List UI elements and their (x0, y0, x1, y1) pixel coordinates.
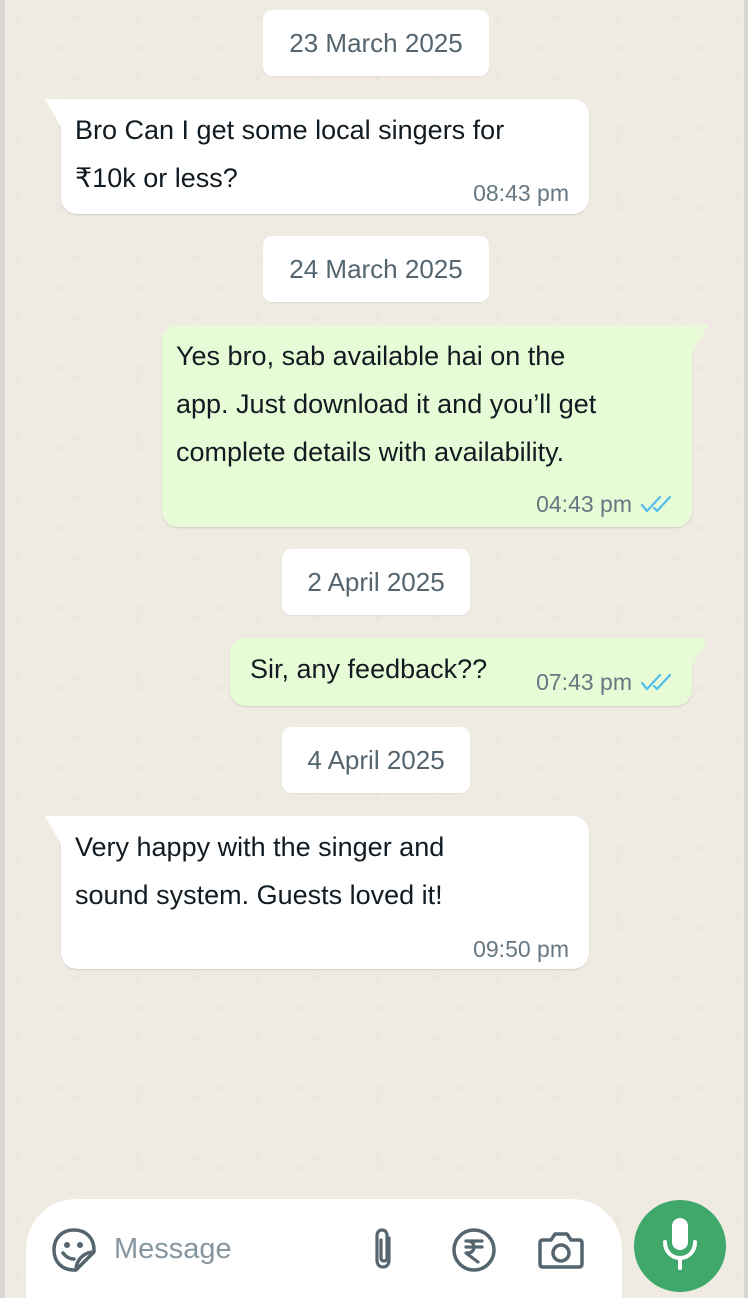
date-separator: 24 March 2025 (263, 236, 489, 302)
message-meta: 08:43 pm (473, 180, 569, 206)
message-meta: 04:43 pm (536, 491, 672, 517)
camera-icon[interactable] (536, 1226, 586, 1274)
message-time: 09:50 pm (473, 936, 569, 962)
message-input[interactable] (112, 1225, 346, 1273)
message-time: 08:43 pm (473, 180, 569, 206)
message-time: 07:43 pm (536, 669, 632, 695)
incoming-message[interactable]: Very happy with the singer and sound sys… (45, 816, 589, 969)
message-text: Bro Can I get some local singers for ₹10… (75, 115, 505, 193)
message-time: 04:43 pm (536, 491, 632, 517)
message-meta: 07:43 pm (536, 669, 672, 695)
incoming-message[interactable]: Bro Can I get some local singers for ₹10… (45, 99, 589, 214)
message-text: Very happy with the singer and sound sys… (75, 832, 445, 910)
read-ticks-icon (640, 672, 672, 692)
date-separator: 23 March 2025 (263, 10, 489, 76)
attachment-icon[interactable] (362, 1226, 406, 1274)
message-composer (26, 1199, 622, 1298)
voice-record-button[interactable] (634, 1200, 726, 1292)
outgoing-message[interactable]: Yes bro, sab available hai on the app. J… (162, 325, 708, 527)
rupee-payment-icon[interactable] (450, 1226, 498, 1274)
sticker-icon[interactable] (50, 1226, 98, 1274)
date-separator: 2 April 2025 (282, 549, 470, 615)
date-label: 2 April 2025 (307, 566, 445, 597)
outgoing-message[interactable]: Sir, any feedback?? 07:43 pm (230, 638, 708, 706)
read-ticks-icon (640, 494, 672, 514)
message-text: Sir, any feedback?? (250, 654, 488, 684)
date-label: 24 March 2025 (289, 253, 463, 284)
date-label: 4 April 2025 (307, 744, 445, 775)
date-separator: 4 April 2025 (282, 727, 470, 793)
message-text: Yes bro, sab available hai on the app. J… (176, 341, 597, 467)
microphone-icon (660, 1216, 700, 1277)
date-label: 23 March 2025 (289, 27, 463, 58)
message-meta: 09:50 pm (473, 936, 569, 962)
